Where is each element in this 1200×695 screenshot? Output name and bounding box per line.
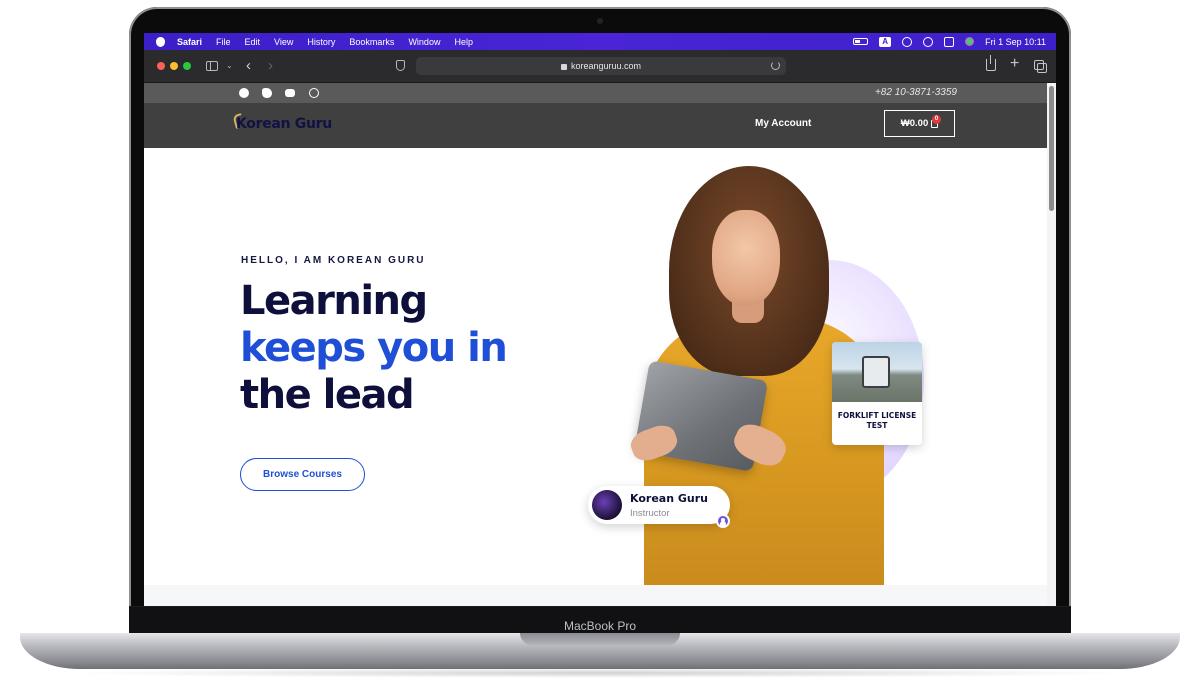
menu-help[interactable]: Help: [454, 37, 473, 47]
menu-app-safari[interactable]: Safari: [177, 37, 202, 47]
site-logo[interactable]: Korean Guru: [236, 116, 332, 132]
user-badge-icon: [716, 514, 730, 528]
address-bar-url: koreanguruu.com: [570, 61, 642, 71]
twitter-icon[interactable]: [262, 88, 272, 98]
whatsapp-icon[interactable]: [309, 88, 319, 98]
headline-line-2: keeps you in: [240, 325, 508, 371]
course-card-title: FORKLIFT LICENSE TEST: [837, 411, 917, 430]
menu-window[interactable]: Window: [408, 37, 440, 47]
macos-menubar: Safari File Edit View History Bookmarks …: [144, 33, 1056, 50]
instructor-name: Korean Guru: [630, 492, 708, 505]
input-source-icon[interactable]: A: [879, 36, 892, 47]
forklift-icon: [862, 356, 890, 388]
device-label: MacBook Pro: [563, 619, 637, 633]
headline-line-1: Learning: [240, 278, 428, 324]
site-topbar: +82 10-3871-3359: [144, 83, 1047, 103]
menu-view[interactable]: View: [274, 37, 293, 47]
hero-eyebrow: HELLO, I AM KOREAN GURU: [241, 255, 426, 266]
scrollbar-thumb[interactable]: [1049, 86, 1054, 211]
menu-bookmarks[interactable]: Bookmarks: [349, 37, 394, 47]
my-account-link[interactable]: My Account: [755, 118, 811, 129]
battery-icon[interactable]: [853, 38, 869, 45]
laptop-notch: [520, 633, 680, 645]
minimize-window-button[interactable]: [170, 62, 178, 70]
safari-toolbar: ⌄ ‹ › koreanguruu.com +: [144, 50, 1056, 83]
instructor-role: Instructor: [630, 508, 670, 519]
hero-person-face: [712, 210, 780, 306]
menu-edit[interactable]: Edit: [245, 37, 261, 47]
site-header: Korean Guru My Account ₩0.00 0: [144, 103, 1047, 148]
laptop-shadow: [60, 668, 1140, 678]
menu-file[interactable]: File: [216, 37, 231, 47]
menubar-clock[interactable]: Fri 1 Sep 10:11: [985, 37, 1046, 47]
menubar-status-area: A Fri 1 Sep 10:11: [853, 33, 1046, 50]
phone-number[interactable]: +82 10-3871-3359: [875, 87, 957, 98]
hero-headline: Learning keeps you in the lead: [240, 278, 508, 419]
cart-button[interactable]: ₩0.00 0: [884, 110, 955, 137]
back-arrow-icon[interactable]: ‹: [246, 57, 251, 74]
reload-icon[interactable]: [771, 61, 780, 70]
instructor-card[interactable]: Korean Guru Instructor: [588, 486, 730, 524]
siri-icon[interactable]: [965, 37, 975, 46]
sidebar-toggle-icon[interactable]: [206, 61, 218, 71]
course-card[interactable]: FORKLIFT LICENSE TEST: [832, 342, 922, 445]
cart-total: ₩0.00: [900, 118, 929, 129]
chevron-down-icon[interactable]: ⌄: [226, 61, 233, 70]
cart-count-badge: 0: [932, 115, 941, 124]
link-icon[interactable]: [902, 36, 913, 47]
search-icon[interactable]: [923, 36, 934, 47]
screen: Safari File Edit View History Bookmarks …: [144, 33, 1056, 606]
lock-icon: [560, 64, 567, 70]
hero-section: HELLO, I AM KOREAN GURU Learning keeps y…: [144, 148, 1047, 585]
menu-history[interactable]: History: [307, 37, 335, 47]
next-section-strip: [144, 585, 1047, 606]
apple-icon[interactable]: [156, 36, 165, 47]
headline-line-3: the lead: [240, 372, 415, 418]
close-window-button[interactable]: [157, 62, 165, 70]
tab-overview-icon[interactable]: [1034, 60, 1047, 73]
zoom-window-button[interactable]: [183, 62, 191, 70]
share-icon[interactable]: [986, 55, 996, 71]
course-card-image: [832, 342, 922, 402]
webpage: +82 10-3871-3359 Korean Guru My Account …: [144, 83, 1047, 606]
facebook-icon[interactable]: [239, 88, 249, 98]
new-tab-icon[interactable]: +: [1010, 55, 1019, 73]
browse-courses-button[interactable]: Browse Courses: [240, 458, 365, 491]
avatar: [592, 490, 622, 520]
forward-arrow-icon[interactable]: ›: [268, 57, 273, 74]
privacy-shield-icon[interactable]: [396, 60, 405, 71]
camera-icon: [597, 18, 603, 24]
control-center-icon[interactable]: [944, 36, 955, 47]
address-bar[interactable]: koreanguruu.com: [416, 57, 786, 75]
youtube-icon[interactable]: [285, 89, 295, 97]
